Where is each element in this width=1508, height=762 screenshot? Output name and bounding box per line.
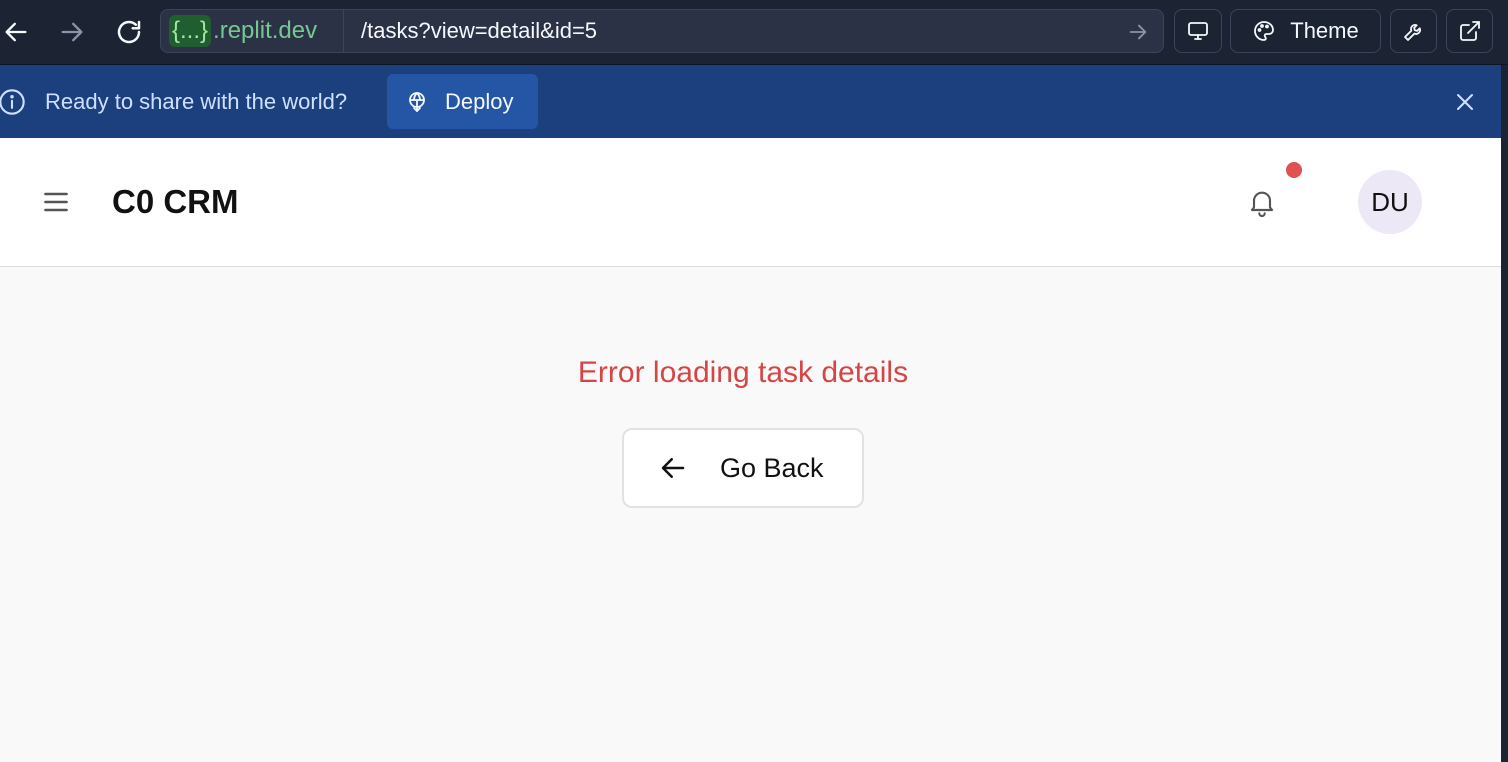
window-edge — [1501, 65, 1508, 762]
reload-button[interactable] — [109, 12, 149, 52]
deploy-icon — [409, 91, 425, 112]
url-path[interactable]: /tasks?view=detail&id=5 — [361, 19, 597, 43]
theme-button[interactable]: Theme — [1230, 9, 1381, 53]
go-back-button[interactable]: Go Back — [622, 428, 864, 508]
url-bar[interactable]: {...} .replit.dev /tasks?view=detail&id=… — [160, 9, 1164, 53]
reload-icon — [117, 20, 141, 44]
domain-braces: {...} — [169, 15, 212, 47]
banner-close-button[interactable] — [1450, 87, 1480, 117]
monitor-icon — [1188, 22, 1208, 40]
url-go-button[interactable] — [1127, 21, 1149, 43]
arrow-right-icon — [1129, 24, 1147, 40]
domain-chip: {...} .replit.dev — [169, 15, 317, 47]
back-nav-button[interactable] — [0, 12, 36, 52]
arrow-right-icon — [61, 22, 83, 42]
menu-icon — [44, 192, 68, 212]
deploy-banner: Ready to share with the world? Deploy — [0, 65, 1501, 138]
arrow-left-icon — [661, 458, 685, 478]
close-icon — [1457, 94, 1473, 110]
tools-button[interactable] — [1390, 9, 1437, 53]
wrench-icon — [1403, 24, 1421, 41]
palette-icon — [1254, 21, 1275, 41]
forward-nav-button[interactable] — [52, 12, 92, 52]
go-back-label: Go Back — [720, 452, 824, 483]
notifications-button[interactable] — [1244, 184, 1280, 220]
arrow-left-icon — [5, 22, 27, 42]
avatar[interactable]: DU — [1358, 170, 1422, 234]
info-icon — [0, 88, 26, 116]
external-link-icon — [1459, 21, 1480, 41]
devtools-button[interactable] — [1174, 9, 1222, 53]
notification-dot — [1286, 162, 1302, 178]
browser-toolbar: {...} .replit.dev /tasks?view=detail&id=… — [0, 0, 1508, 65]
deploy-label: Deploy — [445, 88, 514, 114]
open-new-tab-button[interactable] — [1446, 9, 1493, 53]
banner-message: Ready to share with the world? — [45, 89, 348, 114]
error-message: Error loading task details — [577, 356, 909, 389]
theme-label: Theme — [1290, 18, 1359, 43]
app-header: C0 CRM DU — [0, 138, 1501, 267]
deploy-button[interactable]: Deploy — [387, 74, 538, 129]
menu-button[interactable] — [40, 186, 72, 218]
url-divider — [343, 10, 344, 52]
domain-text: .replit.dev — [213, 17, 318, 44]
app-title: C0 CRM — [112, 183, 239, 220]
bell-icon — [1250, 191, 1274, 217]
